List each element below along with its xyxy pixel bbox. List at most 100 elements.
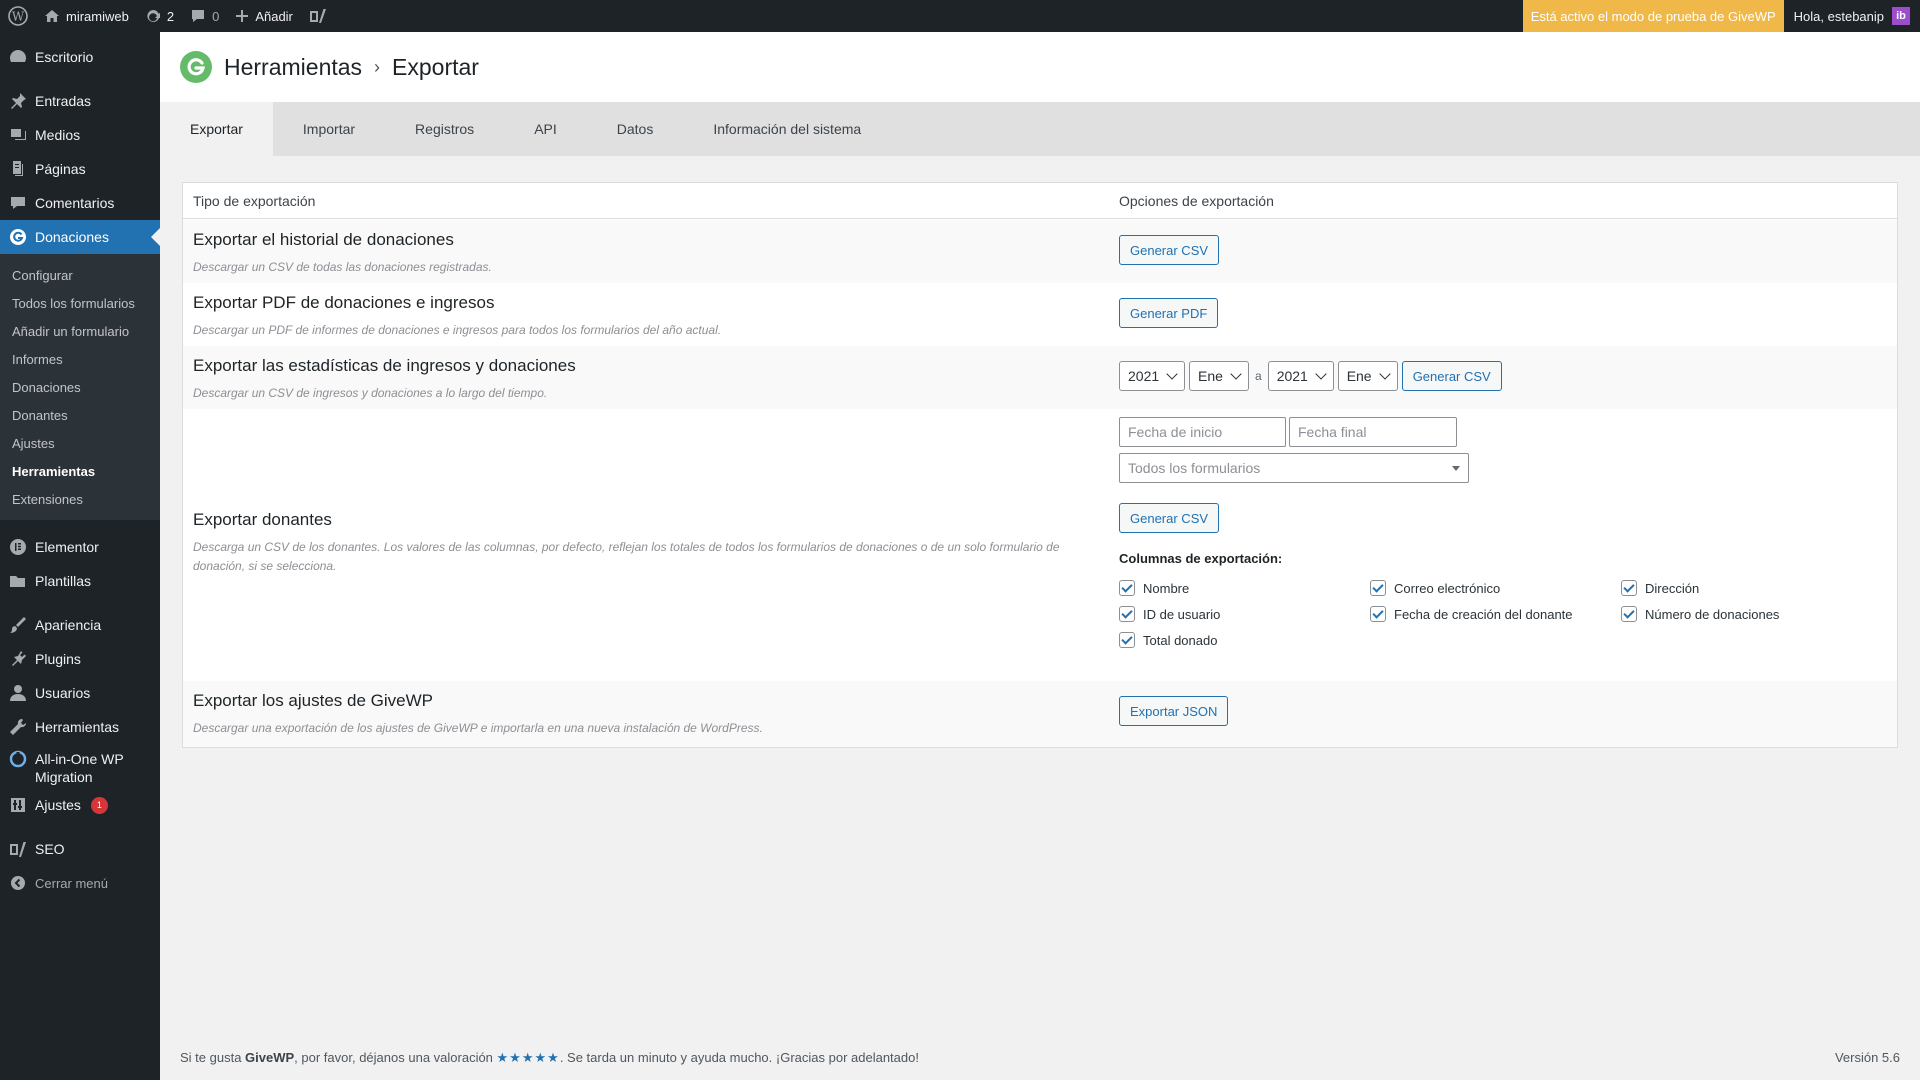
- start-month-select[interactable]: Ene: [1189, 361, 1249, 391]
- submenu-item-settings[interactable]: Ajustes: [0, 429, 160, 457]
- wrench-icon: [9, 718, 27, 736]
- sidebar-item-posts[interactable]: Entradas: [0, 84, 160, 118]
- submenu-item-reports[interactable]: Informes: [0, 345, 160, 373]
- row-title: Exportar donantes: [193, 510, 332, 529]
- checkbox-email[interactable]: Correo electrónico: [1370, 580, 1621, 596]
- checkbox-label: ID de usuario: [1143, 606, 1221, 622]
- updates-link[interactable]: 2: [137, 0, 182, 32]
- tab-data[interactable]: Datos: [587, 102, 684, 156]
- donations-submenu: Configurar Todos los formularios Añadir …: [0, 254, 160, 520]
- row-description: Descargar un PDF de informes de donacion…: [193, 323, 722, 337]
- test-mode-text: Está activo el modo de prueba de GiveWP: [1530, 8, 1776, 24]
- checkbox-user-id[interactable]: ID de usuario: [1119, 606, 1370, 622]
- refresh-icon: [147, 9, 160, 22]
- home-icon: [45, 10, 59, 22]
- checkbox-checked-icon[interactable]: [1621, 580, 1637, 596]
- checkbox-address[interactable]: Dirección: [1621, 580, 1872, 596]
- yoast-icon: [309, 9, 326, 23]
- generate-donors-csv-button[interactable]: Generar CSV: [1119, 503, 1220, 533]
- plugin-icon: [9, 650, 27, 668]
- sidebar-item-plugins[interactable]: Plugins: [0, 642, 160, 676]
- submenu-item-extensions[interactable]: Extensiones: [0, 485, 160, 513]
- row-title: Exportar las estadísticas de ingresos y …: [193, 356, 576, 375]
- checkbox-checked-icon[interactable]: [1119, 632, 1135, 648]
- sidebar-item-seo[interactable]: SEO: [0, 832, 160, 866]
- page-title: Herramientas › Exportar: [224, 54, 479, 81]
- checkbox-donor-created[interactable]: Fecha de creación del donante: [1370, 606, 1621, 622]
- wordpress-icon: W: [8, 6, 28, 26]
- site-name-link[interactable]: miramiweb: [36, 0, 137, 32]
- seo-link[interactable]: [301, 0, 335, 32]
- submenu-item-donations[interactable]: Donaciones: [0, 373, 160, 401]
- footer-rating-text: Si te gusta GiveWP, por favor, déjanos u…: [180, 1050, 919, 1066]
- test-mode-notice[interactable]: Está activo el modo de prueba de GiveWP: [1522, 0, 1784, 32]
- start-date-input[interactable]: Fecha de inicio: [1119, 417, 1286, 447]
- range-separator: a: [1255, 369, 1262, 383]
- sidebar-item-pages[interactable]: Páginas: [0, 152, 160, 186]
- checkbox-name[interactable]: Nombre: [1119, 580, 1370, 596]
- tab-label: Registros: [415, 121, 475, 137]
- submenu-item-setup[interactable]: Configurar: [0, 261, 160, 289]
- account-menu[interactable]: Hola, estebanip ib: [1784, 0, 1920, 32]
- checkbox-donation-count[interactable]: Número de donaciones: [1621, 606, 1872, 622]
- add-new-link[interactable]: Añadir: [227, 0, 301, 32]
- export-row-pdf-report: Exportar PDF de donaciones e ingresos De…: [183, 283, 1897, 346]
- sidebar-item-templates[interactable]: Plantillas: [0, 564, 160, 598]
- checkbox-checked-icon[interactable]: [1119, 580, 1135, 596]
- checkbox-checked-icon[interactable]: [1370, 580, 1386, 596]
- tab-logs[interactable]: Registros: [385, 102, 504, 156]
- forms-select[interactable]: Todos los formularios: [1119, 453, 1469, 483]
- checkbox-checked-icon[interactable]: [1370, 606, 1386, 622]
- tab-system-info[interactable]: Información del sistema: [683, 102, 891, 156]
- tab-export[interactable]: Exportar: [160, 102, 273, 156]
- tab-api[interactable]: API: [504, 102, 587, 156]
- rating-stars-link[interactable]: ★★★★★: [497, 1050, 560, 1065]
- sidebar-item-comments[interactable]: Comentarios: [0, 186, 160, 220]
- admin-sidebar: Escritorio Entradas Medios Páginas Comen…: [0, 32, 160, 1080]
- comments-link[interactable]: 0: [182, 0, 227, 32]
- tab-import[interactable]: Importar: [273, 102, 385, 156]
- end-date-input[interactable]: Fecha final: [1289, 417, 1457, 447]
- export-json-button[interactable]: Exportar JSON: [1119, 696, 1229, 726]
- sidebar-item-label: All-in-One WP Migration: [35, 751, 124, 785]
- submenu-item-all-forms[interactable]: Todos los formularios: [0, 289, 160, 317]
- sidebar-item-elementor[interactable]: Elementor: [0, 530, 160, 564]
- sidebar-item-all-in-one-migration[interactable]: All-in-One WP Migration: [0, 744, 160, 788]
- sidebar-item-users[interactable]: Usuarios: [0, 676, 160, 710]
- generate-pdf-button[interactable]: Generar PDF: [1119, 298, 1219, 328]
- submenu-item-label: Todos los formularios: [12, 295, 135, 311]
- sidebar-item-settings[interactable]: Ajustes 1: [0, 788, 160, 822]
- footer-text: . Se tarda un minuto y ayuda mucho. ¡Gra…: [559, 1050, 919, 1065]
- sidebar-item-label: Entradas: [35, 93, 92, 109]
- submenu-item-add-form[interactable]: Añadir un formulario: [0, 317, 160, 345]
- sidebar-item-label: Medios: [35, 127, 81, 143]
- submenu-item-donors[interactable]: Donantes: [0, 401, 160, 429]
- sidebar-item-media[interactable]: Medios: [0, 118, 160, 152]
- sidebar-item-label: Cerrar menú: [35, 875, 108, 891]
- comment-icon: [9, 194, 27, 212]
- generate-csv-button[interactable]: Generar CSV: [1119, 235, 1220, 265]
- collapse-menu-button[interactable]: Cerrar menú: [0, 866, 160, 900]
- end-month-select[interactable]: Ene: [1337, 361, 1398, 391]
- start-year-select[interactable]: 2021: [1119, 361, 1185, 391]
- sidebar-item-dashboard[interactable]: Escritorio: [0, 40, 160, 74]
- collapse-icon: [9, 874, 27, 892]
- submenu-item-tools[interactable]: Herramientas: [0, 457, 160, 485]
- checkbox-checked-icon[interactable]: [1621, 606, 1637, 622]
- plus-icon: [236, 10, 249, 22]
- checkbox-total-donated[interactable]: Total donado: [1119, 632, 1370, 648]
- sidebar-item-appearance[interactable]: Apariencia: [0, 608, 160, 642]
- end-year-select[interactable]: 2021: [1267, 361, 1334, 391]
- chevron-down-icon: [1379, 368, 1391, 380]
- checkbox-checked-icon[interactable]: [1119, 606, 1135, 622]
- sidebar-item-donations[interactable]: Donaciones: [0, 220, 160, 254]
- footer-brand-link[interactable]: GiveWP: [245, 1050, 294, 1065]
- row-description: Descargar un CSV de ingresos y donacione…: [193, 386, 548, 400]
- site-name: miramiweb: [66, 8, 129, 24]
- submenu-item-label: Añadir un formulario: [12, 323, 130, 339]
- sidebar-item-tools[interactable]: Herramientas: [0, 710, 160, 744]
- tab-label: Datos: [616, 121, 654, 137]
- generate-stats-csv-button[interactable]: Generar CSV: [1401, 361, 1502, 391]
- footer-text: , por favor, déjanos una valoración: [294, 1050, 497, 1065]
- wordpress-logo[interactable]: W: [0, 0, 36, 32]
